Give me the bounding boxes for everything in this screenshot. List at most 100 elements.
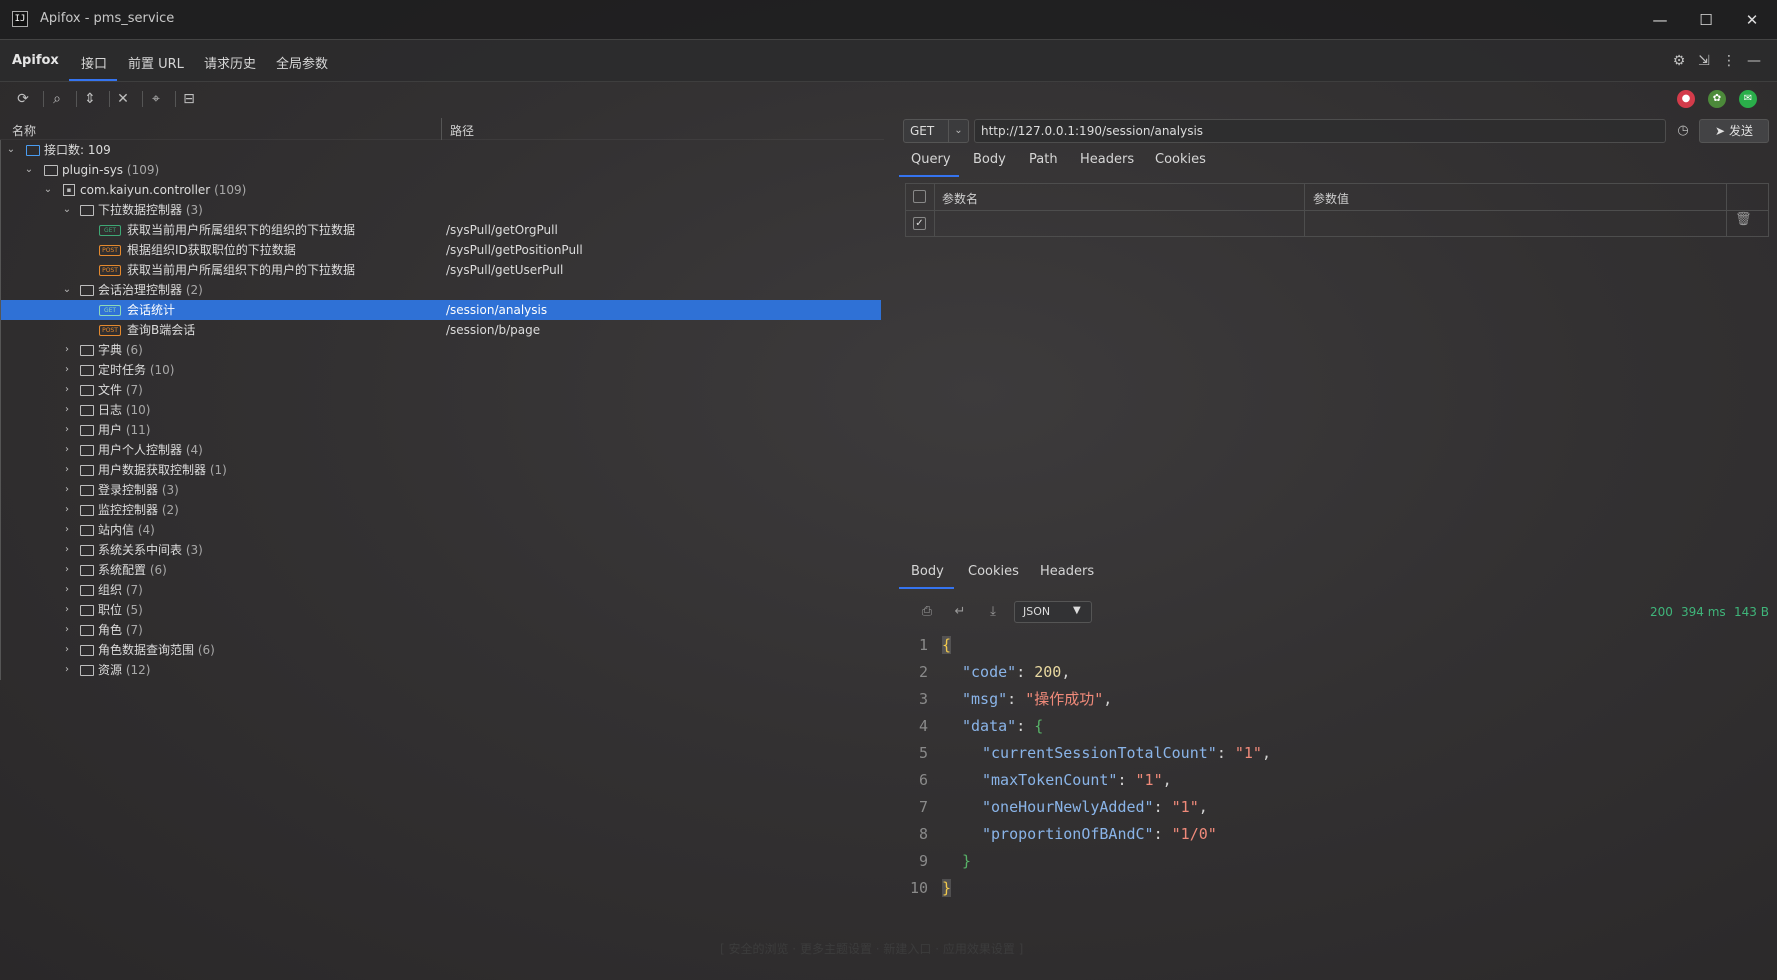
format-select[interactable]: JSON ▼ [1014,601,1092,623]
refresh-icon[interactable]: ⟳ [14,90,32,108]
expand-all-icon[interactable]: ⇕ [81,90,99,108]
tree-folder[interactable]: › 用户个人控制器 (4) [1,440,881,460]
chevron-right-icon[interactable]: › [61,660,73,680]
tree-module[interactable]: ⌄ plugin-sys (109) [1,160,881,180]
minimize-window-button[interactable]: — [1640,8,1680,32]
tree-folder[interactable]: › 文件 (7) [1,380,881,400]
settings-icon[interactable]: ⚙ [1670,52,1688,70]
json-key: "msg" [962,690,1008,708]
chevron-right-icon[interactable]: › [61,340,73,360]
search-icon[interactable]: ⌕ [48,90,66,108]
chevron-right-icon[interactable]: › [61,520,73,540]
more-icon[interactable]: ⋮ [1720,52,1738,70]
tree-folder[interactable]: › 定时任务 (10) [1,360,881,380]
chevron-right-icon[interactable]: › [61,540,73,560]
tree-folder[interactable]: › 角色 (7) [1,620,881,640]
collapse-all-icon[interactable]: ✕ [114,90,132,108]
tab-path[interactable]: Path [1029,152,1058,167]
chevron-right-icon[interactable]: › [61,400,73,420]
chevron-right-icon[interactable]: › [61,480,73,500]
select-all-checkbox[interactable] [913,190,926,203]
package-label: com.kaiyun.controller [80,183,211,197]
history-icon[interactable]: ◷ [1674,122,1692,140]
chevron-right-icon[interactable]: › [61,420,73,440]
root-label: 接口数: [44,143,85,157]
folder-icon [80,385,94,396]
url-input[interactable] [974,119,1666,143]
chevron-right-icon[interactable]: › [61,620,73,640]
tab-response-cookies[interactable]: Cookies [968,564,1019,579]
tree-folder[interactable]: › 角色数据查询范围 (6) [1,640,881,660]
chevron-right-icon[interactable]: › [61,500,73,520]
tree-folder[interactable]: › 组织 (7) [1,580,881,600]
chevron-right-icon[interactable]: › [61,360,73,380]
chevron-right-icon[interactable]: › [61,600,73,620]
tree-folder[interactable]: › 系统关系中间表 (3) [1,540,881,560]
tab-response-headers[interactable]: Headers [1040,564,1094,579]
tab-cookies[interactable]: Cookies [1155,152,1206,167]
tab-query[interactable]: Query [911,152,951,167]
tree-folder[interactable]: › 资源 (12) [1,660,881,680]
row-checkbox[interactable]: ✓ [913,217,926,230]
send-button[interactable]: ➤ 发送 [1699,119,1769,143]
chevron-down-icon[interactable]: ⌄ [23,160,35,180]
minimize-icon[interactable]: — [1745,52,1763,70]
chevron-down-icon[interactable]: ⌄ [42,180,54,200]
method-badge: POST [99,265,121,276]
tab-global-params[interactable]: 全局参数 [276,53,328,72]
trash-icon[interactable]: 🗑 [1735,212,1752,228]
tree-folder[interactable]: › 职位 (5) [1,600,881,620]
tree-header: 名称 路径 [0,118,884,140]
close-window-button[interactable]: ✕ [1732,8,1772,32]
tree-folder[interactable]: › 用户数据获取控制器 (1) [1,460,881,480]
chat-icon[interactable]: ✉ [1739,90,1757,108]
print-icon[interactable]: ⎙ [918,603,936,621]
chevron-right-icon[interactable]: › [61,460,73,480]
tab-request-history[interactable]: 请求历史 [204,53,256,72]
chevron-right-icon[interactable]: › [61,440,73,460]
chevron-right-icon[interactable]: › [61,640,73,660]
chevron-down-icon[interactable]: ⌄ [61,200,73,220]
tree-endpoint-selected[interactable]: GET 会话统计 /session/analysis [1,300,881,320]
layout-icon[interactable]: ⊟ [180,90,198,108]
export-icon[interactable]: ⇲ [1695,52,1713,70]
tree-folder[interactable]: ⌄ 下拉数据控制器 (3) [1,200,881,220]
tree-package[interactable]: ⌄ ▪ com.kaiyun.controller (109) [1,180,881,200]
folder-label: 会话治理控制器 [98,283,183,297]
tree-folder[interactable]: › 站内信 (4) [1,520,881,540]
tree-endpoint[interactable]: GET 获取当前用户所属组织下的组织的下拉数据 /sysPull/getOrgP… [1,220,881,240]
folder-count: (2) [185,283,203,297]
column-divider[interactable] [441,118,442,140]
folder-label: 日志 [98,403,123,417]
chevron-down-icon[interactable]: ⌄ [61,280,73,300]
tree-folder[interactable]: ⌄ 会话治理控制器 (2) [1,280,881,300]
tab-headers[interactable]: Headers [1080,152,1134,167]
tree-folder[interactable]: › 用户 (11) [1,420,881,440]
download-icon[interactable]: ⤓ [984,603,1002,621]
tree-root[interactable]: ⌄ 接口数: 109 [1,140,881,160]
tree-folder[interactable]: › 系统配置 (6) [1,560,881,580]
maximize-window-button[interactable]: ☐ [1686,8,1726,32]
tab-interface[interactable]: 接口 [81,53,107,72]
tab-response-body[interactable]: Body [911,564,944,579]
tree-folder[interactable]: › 日志 (10) [1,400,881,420]
chevron-right-icon[interactable]: › [61,380,73,400]
chevron-down-icon[interactable]: ⌄ [5,140,17,160]
notification-badge-icon[interactable]: ● [1677,90,1695,108]
tab-prefix-url[interactable]: 前置 URL [128,53,184,72]
tree-folder[interactable]: › 字典 (6) [1,340,881,360]
plugin-icon[interactable]: ✿ [1708,90,1726,108]
locate-icon[interactable]: ⌖ [147,90,165,108]
chevron-right-icon[interactable]: › [61,580,73,600]
method-select[interactable]: GET ⌄ [903,119,969,143]
tree-endpoint[interactable]: POST 查询B端会话 /session/b/page [1,320,881,340]
tree-folder[interactable]: › 监控控制器 (2) [1,500,881,520]
chevron-right-icon[interactable]: › [61,560,73,580]
wrap-icon[interactable]: ↵ [951,603,969,621]
tab-body[interactable]: Body [973,152,1006,167]
tree-endpoint[interactable]: POST 根据组织ID获取职位的下拉数据 /sysPull/getPositio… [1,240,881,260]
json-key: "data" [962,717,1017,735]
tree-endpoint[interactable]: POST 获取当前用户所属组织下的用户的下拉数据 /sysPull/getUse… [1,260,881,280]
chevron-down-icon[interactable]: ⌄ [948,120,968,142]
tree-folder[interactable]: › 登录控制器 (3) [1,480,881,500]
